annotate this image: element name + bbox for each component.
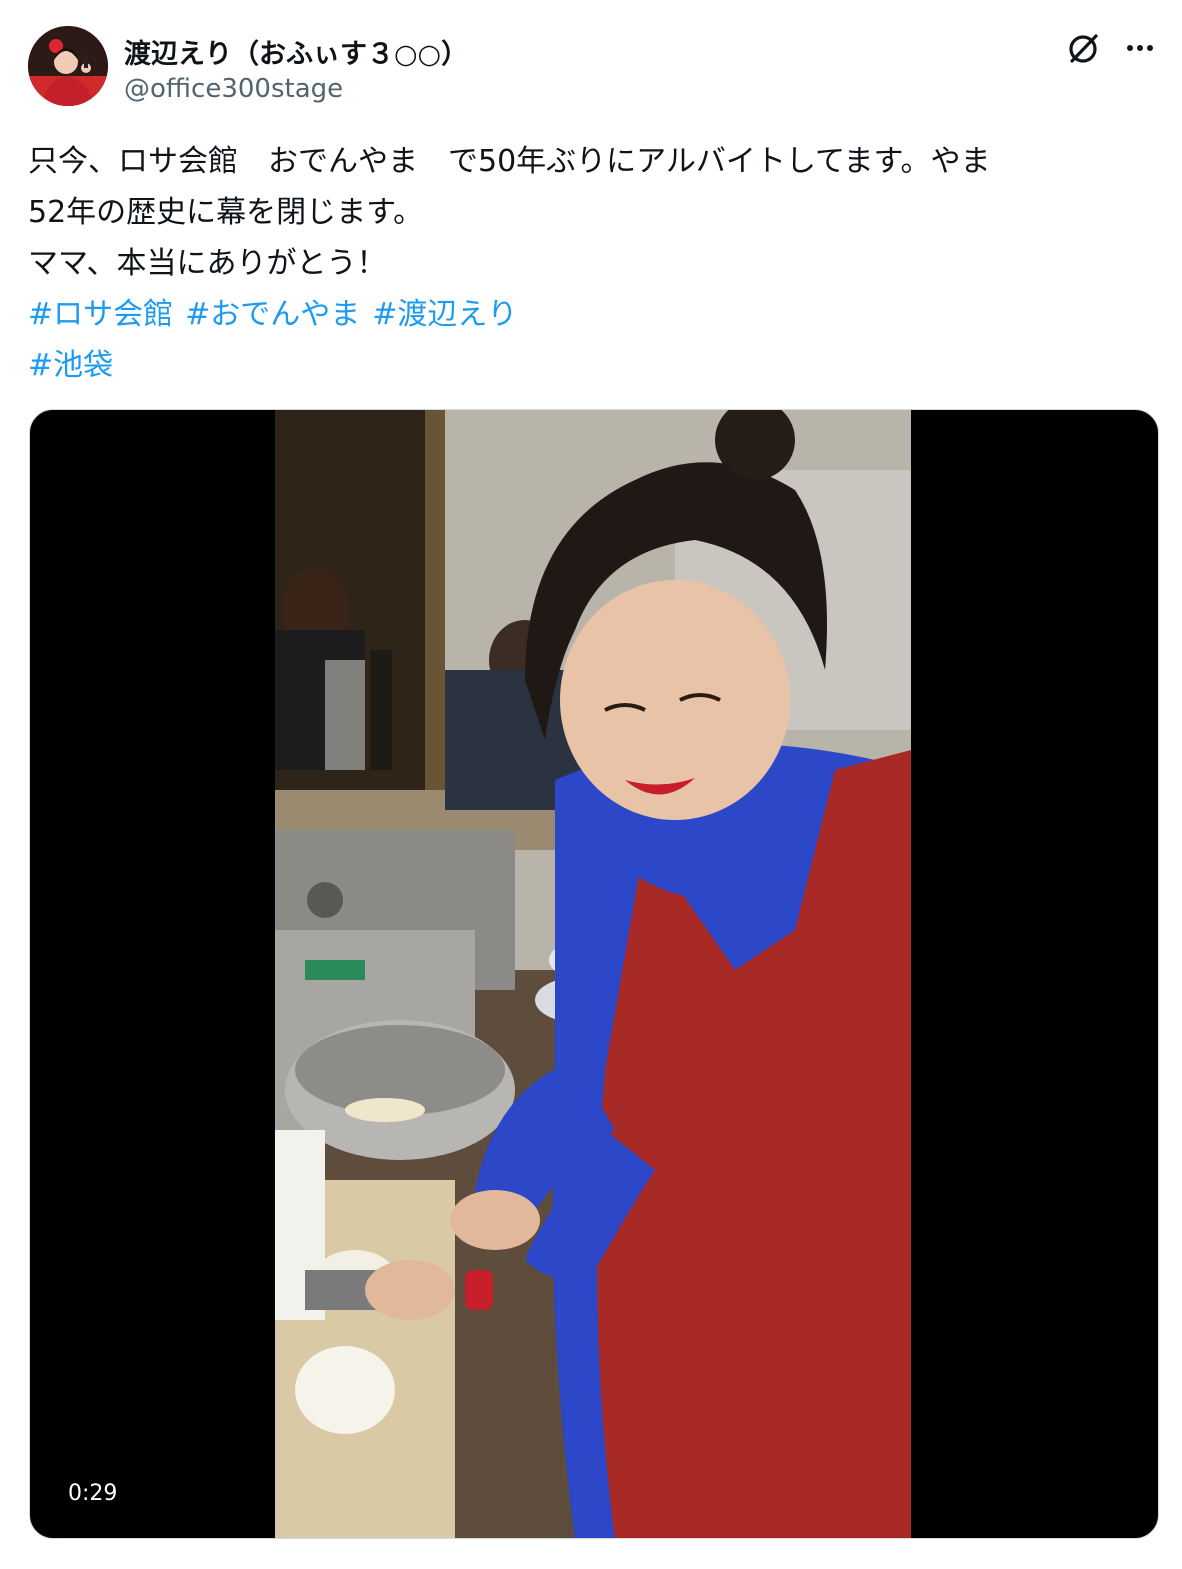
avatar-image xyxy=(28,26,108,106)
video-duration: 0:29 xyxy=(58,1474,128,1514)
author-handle[interactable]: @office300stage xyxy=(124,74,343,104)
video-thumbnail[interactable] xyxy=(275,410,911,1538)
tweet-text: 只今、ロサ会館 おでんやま で50年ぶりにアルバイトしてます。やま 52年の歴史… xyxy=(28,136,1138,391)
hashtag-link[interactable]: #ロサ会館 xyxy=(28,297,173,332)
grok-icon[interactable] xyxy=(1064,28,1104,68)
tweet-text-line: 52年の歴史に幕を閉じます。 xyxy=(28,195,424,230)
hashtag-line: #池袋 xyxy=(28,340,1138,391)
tweet-text-line: ママ、本当にありがとう！ xyxy=(28,246,387,281)
tweet-header: 渡辺えり（おふぃす３○○） @office300stage xyxy=(28,26,1158,110)
video-player[interactable]: 0:29 xyxy=(29,409,1159,1539)
author-display-name[interactable]: 渡辺えり（おふぃす３○○） xyxy=(124,32,468,71)
hashtag-link[interactable]: #おでんやま xyxy=(185,297,360,332)
tweet-text-line: 只今、ロサ会館 おでんやま で50年ぶりにアルバイトしてます。やま xyxy=(28,144,991,179)
hashtag-link[interactable]: #渡辺えり xyxy=(372,297,517,332)
more-icon[interactable] xyxy=(1120,28,1160,68)
avatar[interactable] xyxy=(28,26,108,106)
hashtag-line: #ロサ会館 #おでんやま #渡辺えり xyxy=(28,289,1138,340)
hashtag-link[interactable]: #池袋 xyxy=(28,348,113,383)
